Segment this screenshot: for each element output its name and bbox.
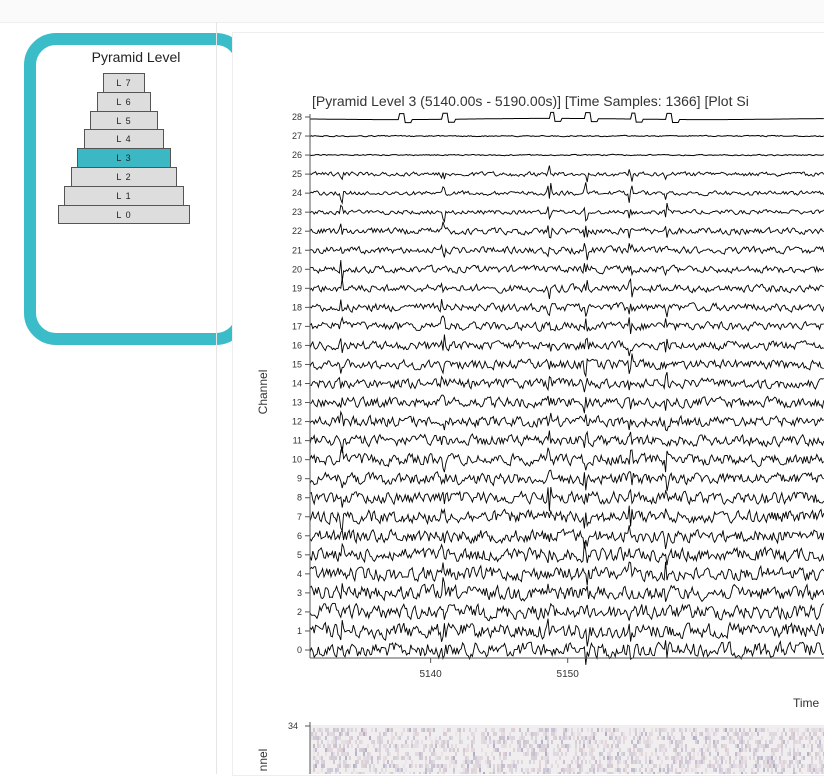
pyramid-title: Pyramid Level xyxy=(91,49,181,65)
plot-title: [Pyramid Level 3 (5140.00s - 5190.00s)] … xyxy=(312,93,749,109)
panel-divider xyxy=(216,22,217,774)
pyramid-level-l5[interactable]: L 5 xyxy=(90,110,158,131)
pyramid-level-l1[interactable]: L 1 xyxy=(64,185,184,206)
pyramid-level-l2[interactable]: L 2 xyxy=(70,167,178,187)
left-panel: Pyramid Level L 7L 6L 5L 4L 3L 2L 1L 0 xyxy=(0,0,248,774)
pyramid-level-l3[interactable]: L 3 xyxy=(77,148,171,168)
pyramid-level-l4[interactable]: L 4 xyxy=(83,129,165,150)
plot-panel xyxy=(232,32,824,776)
pyramid-level-l0[interactable]: L 0 xyxy=(57,204,191,225)
pyramid-level-selector: Pyramid Level L 7L 6L 5L 4L 3L 2L 1L 0 xyxy=(24,33,248,345)
pyramid-level-l7[interactable]: L 7 xyxy=(103,73,145,93)
pyramid-level-l6[interactable]: L 6 xyxy=(96,91,152,112)
